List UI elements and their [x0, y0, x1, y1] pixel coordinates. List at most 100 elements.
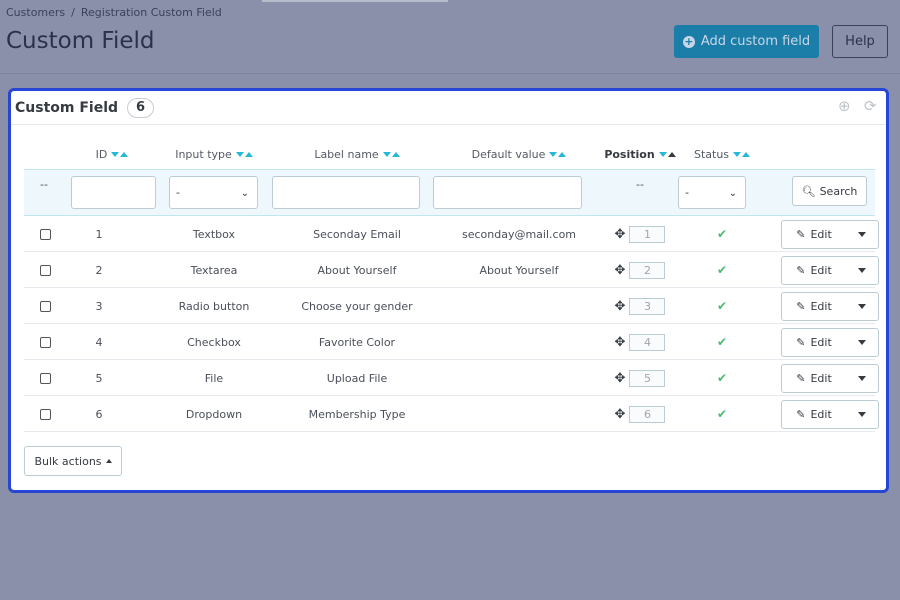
cell-default-value	[444, 397, 594, 431]
filter-input-type-select[interactable]: - ⌄	[169, 176, 258, 209]
edit-dropdown-toggle[interactable]	[846, 401, 878, 428]
panel-title: Custom Field	[15, 99, 119, 116]
cell-input-type: Textarea	[190, 263, 238, 277]
cell-label-name: Choose your gender	[301, 299, 413, 313]
row-checkbox[interactable]	[39, 300, 51, 312]
position-box: 1	[629, 225, 666, 243]
cell-id: 1	[95, 227, 103, 241]
drag-handle-icon[interactable]: ✥	[615, 227, 626, 242]
sort-arrows-icon[interactable]	[111, 151, 129, 157]
edit-label: Edit	[810, 408, 832, 421]
table-row: 6 Dropdown Membership Type ✥ 6 ✔ ✎ Edit	[24, 397, 879, 432]
header-default-value-label: Default value	[471, 147, 546, 161]
bulk-actions-label: Bulk actions	[34, 454, 102, 468]
breadcrumb-current: Registration Custom Field	[80, 6, 222, 19]
edit-dropdown-toggle[interactable]	[846, 293, 878, 320]
cell-input-type: File	[204, 371, 224, 385]
edit-label: Edit	[810, 300, 832, 313]
bulk-actions-button[interactable]: Bulk actions	[24, 446, 122, 476]
status-enabled-icon[interactable]: ✔	[717, 371, 727, 385]
row-checkbox[interactable]	[39, 228, 51, 240]
edit-button[interactable]: ✎ Edit	[782, 293, 846, 320]
sort-arrows-icon[interactable]	[235, 151, 253, 157]
cell-label-name: Membership Type	[308, 407, 406, 421]
drag-handle-icon[interactable]: ✥	[615, 371, 626, 386]
edit-button-group: ✎ Edit	[781, 328, 879, 357]
add-custom-field-button[interactable]: + Add custom field	[674, 25, 819, 58]
row-checkbox[interactable]	[39, 372, 51, 384]
filter-status-select[interactable]: - ⌄	[678, 176, 746, 209]
sort-arrows-icon[interactable]	[658, 151, 676, 157]
edit-dropdown-toggle[interactable]	[846, 365, 878, 392]
header-id[interactable]: ID	[82, 136, 142, 172]
pencil-icon: ✎	[796, 264, 806, 277]
cell-id: 4	[95, 335, 103, 349]
edit-button-group: ✎ Edit	[781, 220, 879, 249]
status-enabled-icon[interactable]: ✔	[717, 299, 727, 313]
filter-id-empty: --	[40, 177, 48, 191]
edit-label: Edit	[810, 336, 832, 349]
edit-button[interactable]: ✎ Edit	[782, 401, 846, 428]
drag-handle-icon[interactable]: ✥	[615, 263, 626, 278]
position-box: 2	[629, 261, 666, 279]
add-icon[interactable]: ⊕	[838, 98, 854, 114]
edit-button[interactable]: ✎ Edit	[782, 257, 846, 284]
header-position[interactable]: Position	[598, 136, 682, 172]
add-custom-field-label: Add custom field	[700, 34, 811, 49]
help-button[interactable]: Help	[832, 25, 888, 58]
pencil-icon: ✎	[796, 408, 806, 421]
row-checkbox[interactable]	[39, 264, 51, 276]
search-icon: 🔍︎	[801, 184, 816, 198]
header-default-value[interactable]: Default value	[444, 136, 594, 172]
status-enabled-icon[interactable]: ✔	[717, 263, 727, 277]
edit-button-group: ✎ Edit	[781, 364, 879, 393]
breadcrumb-separator: /	[71, 6, 75, 19]
filter-default-value-input[interactable]	[433, 176, 582, 209]
edit-button[interactable]: ✎ Edit	[782, 221, 846, 248]
edit-dropdown-toggle[interactable]	[846, 329, 878, 356]
filter-label-name-input[interactable]	[272, 176, 420, 209]
edit-dropdown-toggle[interactable]	[846, 221, 878, 248]
status-enabled-icon[interactable]: ✔	[717, 407, 727, 421]
header-input-type-label: Input type	[175, 147, 232, 161]
table-row: 5 File Upload File ✥ 5 ✔ ✎ Edit	[24, 361, 879, 396]
status-enabled-icon[interactable]: ✔	[717, 335, 727, 349]
edit-button-group: ✎ Edit	[781, 256, 879, 285]
panel-tools: ⊕ ⟳	[838, 98, 880, 114]
breadcrumb-customers[interactable]: Customers	[6, 6, 65, 19]
caret-down-icon	[858, 268, 866, 273]
cell-id: 3	[95, 299, 103, 313]
breadcrumb: Customers / Registration Custom Field	[6, 6, 222, 19]
table-row: 4 Checkbox Favorite Color ✥ 4 ✔ ✎ Edit	[24, 325, 879, 360]
edit-button[interactable]: ✎ Edit	[782, 365, 846, 392]
header-status[interactable]: Status	[684, 136, 760, 172]
caret-down-icon	[858, 232, 866, 237]
sort-arrows-icon[interactable]	[733, 151, 751, 157]
sort-arrows-icon[interactable]	[382, 151, 400, 157]
row-checkbox[interactable]	[39, 408, 51, 420]
status-enabled-icon[interactable]: ✔	[717, 227, 727, 241]
table-header-row: ID Input type Label name Default value P…	[24, 136, 875, 172]
header-label-name[interactable]: Label name	[283, 136, 431, 172]
header-input-type[interactable]: Input type	[164, 136, 264, 172]
filter-id-input[interactable]	[71, 176, 156, 209]
cell-label-name: About Yourself	[317, 263, 397, 277]
search-button[interactable]: 🔍︎ Search	[792, 176, 867, 206]
row-checkbox[interactable]	[39, 336, 51, 348]
edit-dropdown-toggle[interactable]	[846, 257, 878, 284]
drag-handle-icon[interactable]: ✥	[615, 299, 626, 314]
cell-default-value	[444, 361, 594, 395]
drag-handle-icon[interactable]: ✥	[615, 407, 626, 422]
custom-field-panel: Custom Field 6 ⊕ ⟳ ID Input type Label n…	[8, 88, 889, 493]
edit-button-group: ✎ Edit	[781, 292, 879, 321]
page-title: Custom Field	[6, 28, 155, 54]
edit-label: Edit	[810, 228, 832, 241]
refresh-icon[interactable]: ⟳	[864, 98, 880, 114]
drag-handle-icon[interactable]: ✥	[615, 335, 626, 350]
chevron-down-icon: ⌄	[240, 188, 249, 199]
cell-label-name: Seconday Email	[313, 227, 401, 241]
header-status-label: Status	[693, 147, 730, 161]
caret-up-icon	[105, 459, 112, 463]
sort-arrows-icon[interactable]	[549, 151, 567, 157]
edit-button[interactable]: ✎ Edit	[782, 329, 846, 356]
